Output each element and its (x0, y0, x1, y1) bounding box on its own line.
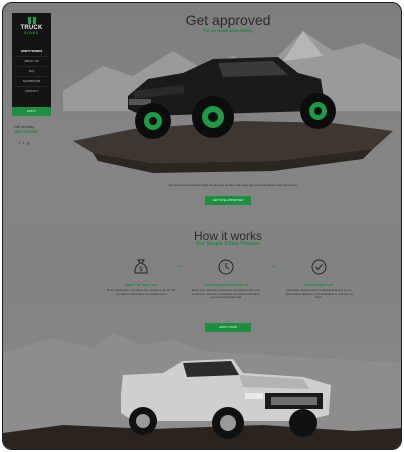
step-apply-title: Apply For Your Loan (124, 283, 158, 287)
nav-item-faq[interactable]: FAQ (15, 66, 48, 76)
logo-mark-icon (27, 17, 36, 24)
step-apply-desc: On the application, only takes two minut… (106, 288, 176, 296)
step-apply: $ Apply For Your Loan On the application… (106, 258, 176, 296)
svg-text:$: $ (139, 267, 143, 273)
page-frame: TRUCK SIGNS HOW IT WORKS ABOUT US FAQ SH… (2, 2, 402, 450)
step-check-desc: When your application has been submitted… (191, 288, 261, 300)
money-bag-icon: $ (134, 259, 148, 274)
how-it-works-subtitle: Our Simple 3 Step Process (196, 241, 260, 247)
step-check: Check Application Progress When your app… (191, 258, 261, 300)
hero-subtitle: for an truck loan today (203, 28, 253, 33)
arrow-right-icon-2: → (268, 260, 278, 271)
call-block: Call us today (555) 555-5555 (14, 125, 38, 135)
sidebar-nav: HOW IT WORKS ABOUT US FAQ SHOWROOM CONTA… (15, 47, 48, 96)
nav-item-how-it-works[interactable]: HOW IT WORKS (15, 47, 48, 56)
check-circle-icon (311, 259, 327, 275)
step-receive-desc: Our dealer network offers creditwide fin… (285, 288, 353, 300)
hero-title: Get approved (185, 12, 271, 28)
step-receive-title: Receive Approval! (304, 283, 334, 287)
sidebar-apply-button[interactable]: APPLY (12, 107, 51, 116)
phone-number[interactable]: (555) 555-5555 (14, 130, 38, 135)
silver-truck-image (3, 333, 401, 449)
hero-truck-image (73, 57, 393, 173)
step-receive: Receive Approval! Our dealer network off… (284, 258, 354, 300)
arrow-right-icon: → (173, 260, 183, 271)
social-links: ftg (19, 140, 32, 145)
nav-item-about-us[interactable]: ABOUT US (15, 56, 48, 66)
clock-icon (218, 259, 234, 275)
hero-caption: Get your car financed through our tier-o… (168, 183, 298, 187)
nav-item-showroom[interactable]: SHOWROOM (15, 76, 48, 86)
step-check-title: Check Application Progress (203, 283, 249, 287)
sidebar: TRUCK SIGNS HOW IT WORKS ABOUT US FAQ SH… (12, 13, 51, 116)
nav-item-contact[interactable]: CONTACT (15, 86, 48, 96)
logo[interactable]: TRUCK SIGNS (12, 17, 51, 35)
get-pre-approved-button[interactable]: GET PRE-APPROVED (205, 196, 251, 205)
apply-now-button[interactable]: APPLY NOW (205, 323, 251, 332)
google-plus-icon[interactable]: g (27, 140, 32, 145)
logo-sub: SIGNS (24, 31, 39, 35)
